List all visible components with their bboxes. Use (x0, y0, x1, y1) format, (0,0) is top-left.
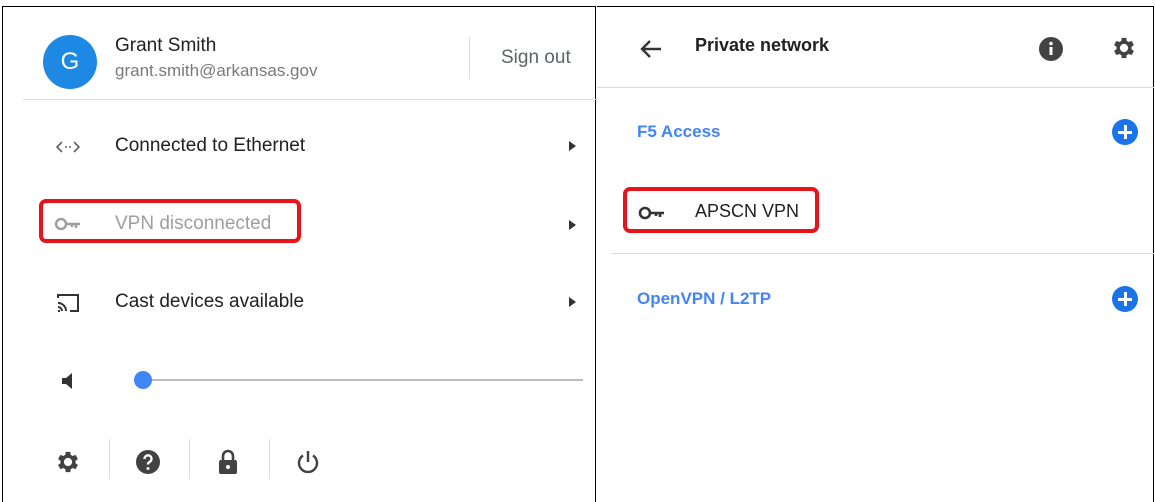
header-separator (23, 99, 597, 100)
apscn-vpn-item[interactable]: APSCN VPN (695, 201, 799, 222)
volume-slider-track[interactable] (143, 379, 583, 381)
vpn-status-label[interactable]: VPN disconnected (115, 213, 271, 235)
vpn-key-icon (637, 201, 667, 225)
ethernet-status-label[interactable]: Connected to Ethernet (115, 135, 305, 157)
ethernet-icon (53, 135, 83, 159)
system-tray-panel: G Grant Smith grant.smith@arkansas.gov S… (2, 6, 597, 502)
vpn-expand-arrow-icon[interactable] (569, 220, 576, 230)
cast-icon (53, 291, 83, 315)
bottom-divider (109, 439, 110, 479)
sign-out-button[interactable]: Sign out (501, 47, 571, 69)
bottom-divider (269, 439, 270, 479)
bottom-divider (189, 439, 190, 479)
cast-expand-arrow-icon[interactable] (569, 297, 576, 307)
ethernet-expand-arrow-icon[interactable] (569, 141, 576, 151)
user-email: grant.smith@arkansas.gov (115, 61, 318, 80)
user-name: Grant Smith (115, 35, 217, 56)
section-separator (611, 253, 1154, 254)
header-separator (597, 87, 1154, 88)
help-icon[interactable] (131, 445, 165, 479)
settings-gear-icon[interactable] (1109, 33, 1139, 63)
private-network-panel: Private network F5 Access APSCN VPN Open… (597, 6, 1154, 502)
vpn-key-icon (53, 212, 83, 236)
add-openvpn-l2tp-button[interactable] (1112, 286, 1138, 312)
f5-access-section-label: F5 Access (637, 122, 721, 141)
add-f5-access-button[interactable] (1112, 119, 1138, 145)
settings-gear-icon[interactable] (51, 445, 85, 479)
info-icon[interactable] (1037, 35, 1065, 63)
avatar[interactable]: G (43, 35, 97, 89)
openvpn-l2tp-section-label: OpenVPN / L2TP (637, 289, 772, 308)
back-arrow-icon[interactable] (637, 35, 665, 63)
speaker-icon[interactable] (53, 369, 83, 393)
page-title: Private network (695, 35, 830, 55)
header-divider (469, 37, 470, 79)
cast-status-label[interactable]: Cast devices available (115, 291, 304, 313)
power-icon[interactable] (291, 445, 325, 479)
volume-slider-thumb[interactable] (134, 371, 152, 389)
lock-icon[interactable] (211, 445, 245, 479)
